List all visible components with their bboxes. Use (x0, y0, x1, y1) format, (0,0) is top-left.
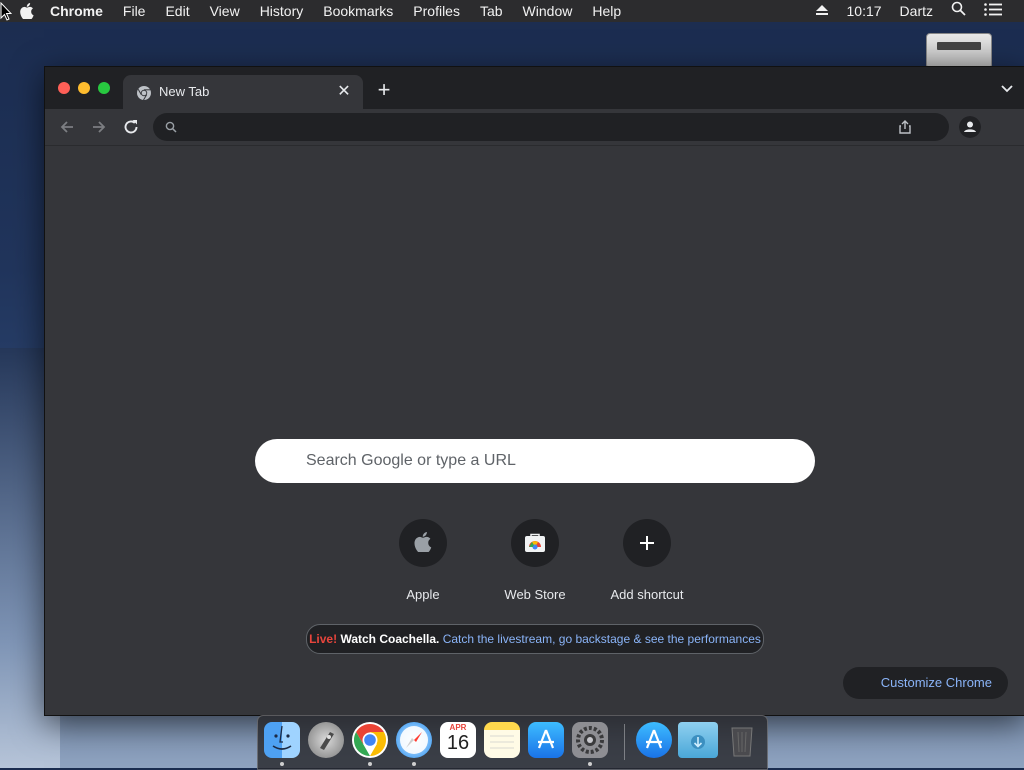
promo-live-badge: Live! (309, 632, 338, 646)
shortcut-label: Web Store (504, 587, 566, 602)
chrome-window: New Tab ✕ + Search Google or type a URL … (44, 66, 1024, 716)
web-store-icon (525, 533, 545, 552)
calendar-month: APR (449, 723, 467, 732)
toolbar (45, 109, 1024, 146)
launchpad-icon[interactable] (308, 722, 344, 758)
share-icon[interactable] (897, 119, 913, 135)
shortcut-add[interactable]: Add shortcut (599, 515, 695, 602)
minimize-window-button[interactable] (78, 82, 90, 94)
tab-title: New Tab (159, 84, 210, 99)
app-store-icon[interactable] (528, 722, 564, 758)
omnibox-search-icon (165, 121, 177, 133)
apple-menu-icon[interactable] (20, 3, 34, 19)
back-button[interactable] (57, 117, 77, 137)
notification-center-icon[interactable] (975, 0, 1024, 22)
trash-icon[interactable] (724, 722, 760, 758)
system-preferences-icon[interactable] (572, 722, 608, 758)
calendar-icon[interactable]: APR 16 (440, 722, 476, 758)
menu-bookmarks[interactable]: Bookmarks (313, 0, 403, 22)
menu-history[interactable]: History (250, 0, 314, 22)
shortcut-apple[interactable]: Apple (375, 515, 471, 602)
address-bar[interactable] (153, 113, 949, 141)
finder-icon[interactable] (264, 722, 300, 758)
menu-bar: Chrome File Edit View History Bookmarks … (0, 0, 1024, 22)
calendar-day: 16 (446, 732, 470, 754)
external-disk-icon[interactable] (926, 33, 992, 67)
ntp-search-box[interactable]: Search Google or type a URL (255, 439, 815, 483)
app-store-folder-icon[interactable] (636, 722, 672, 758)
downloads-folder-icon[interactable] (678, 722, 718, 758)
dock: APR 16 (257, 715, 768, 770)
promo-headline: Watch Coachella. (340, 632, 440, 646)
apple-icon (414, 532, 432, 552)
menu-profiles[interactable]: Profiles (403, 0, 470, 22)
close-tab-icon[interactable]: ✕ (335, 83, 353, 101)
close-window-button[interactable] (58, 82, 70, 94)
finder-running-dot (280, 762, 284, 766)
notes-icon[interactable] (484, 722, 520, 758)
eject-icon[interactable] (806, 0, 838, 22)
ntp-search-placeholder: Search Google or type a URL (306, 452, 516, 469)
promo-banner[interactable]: Live! Watch Coachella. Catch the livestr… (306, 624, 764, 654)
menu-app-name[interactable]: Chrome (40, 0, 113, 22)
menu-clock[interactable]: 10:17 (838, 0, 891, 22)
forward-button[interactable] (89, 117, 109, 137)
menu-edit[interactable]: Edit (155, 0, 199, 22)
menu-window[interactable]: Window (513, 0, 583, 22)
menu-help[interactable]: Help (582, 0, 631, 22)
menu-file[interactable]: File (113, 0, 156, 22)
tab-new-tab[interactable]: New Tab ✕ (123, 75, 363, 109)
menu-tab[interactable]: Tab (470, 0, 513, 22)
chrome-favicon-icon (137, 86, 151, 101)
zoom-window-button[interactable] (98, 82, 110, 94)
reload-button[interactable] (121, 117, 141, 137)
safari-running-dot (412, 762, 416, 766)
safari-icon[interactable] (396, 722, 432, 758)
new-tab-button[interactable]: + (373, 79, 395, 102)
customize-chrome-button[interactable]: Customize Chrome (843, 667, 1008, 699)
mouse-cursor-icon (0, 2, 12, 21)
spotlight-search-icon[interactable] (942, 0, 975, 22)
tab-strip: New Tab ✕ + (45, 67, 1024, 109)
menu-view[interactable]: View (200, 0, 250, 22)
customize-chrome-label: Customize Chrome (880, 675, 992, 690)
plus-icon (640, 536, 654, 550)
shortcut-web-store[interactable]: Web Store (487, 515, 583, 602)
chrome-icon[interactable] (352, 722, 388, 758)
tab-search-chevron-icon[interactable] (999, 82, 1015, 96)
chrome-running-dot (368, 762, 372, 766)
shortcut-label: Add shortcut (610, 587, 684, 602)
shortcut-label: Apple (406, 587, 440, 602)
menu-user-name[interactable]: Dartz (891, 0, 942, 22)
profile-avatar-icon[interactable] (959, 116, 981, 138)
promo-link[interactable]: Catch the livestream, go backstage & see… (443, 632, 761, 646)
system-preferences-running-dot (588, 762, 592, 766)
dock-separator (624, 724, 625, 760)
